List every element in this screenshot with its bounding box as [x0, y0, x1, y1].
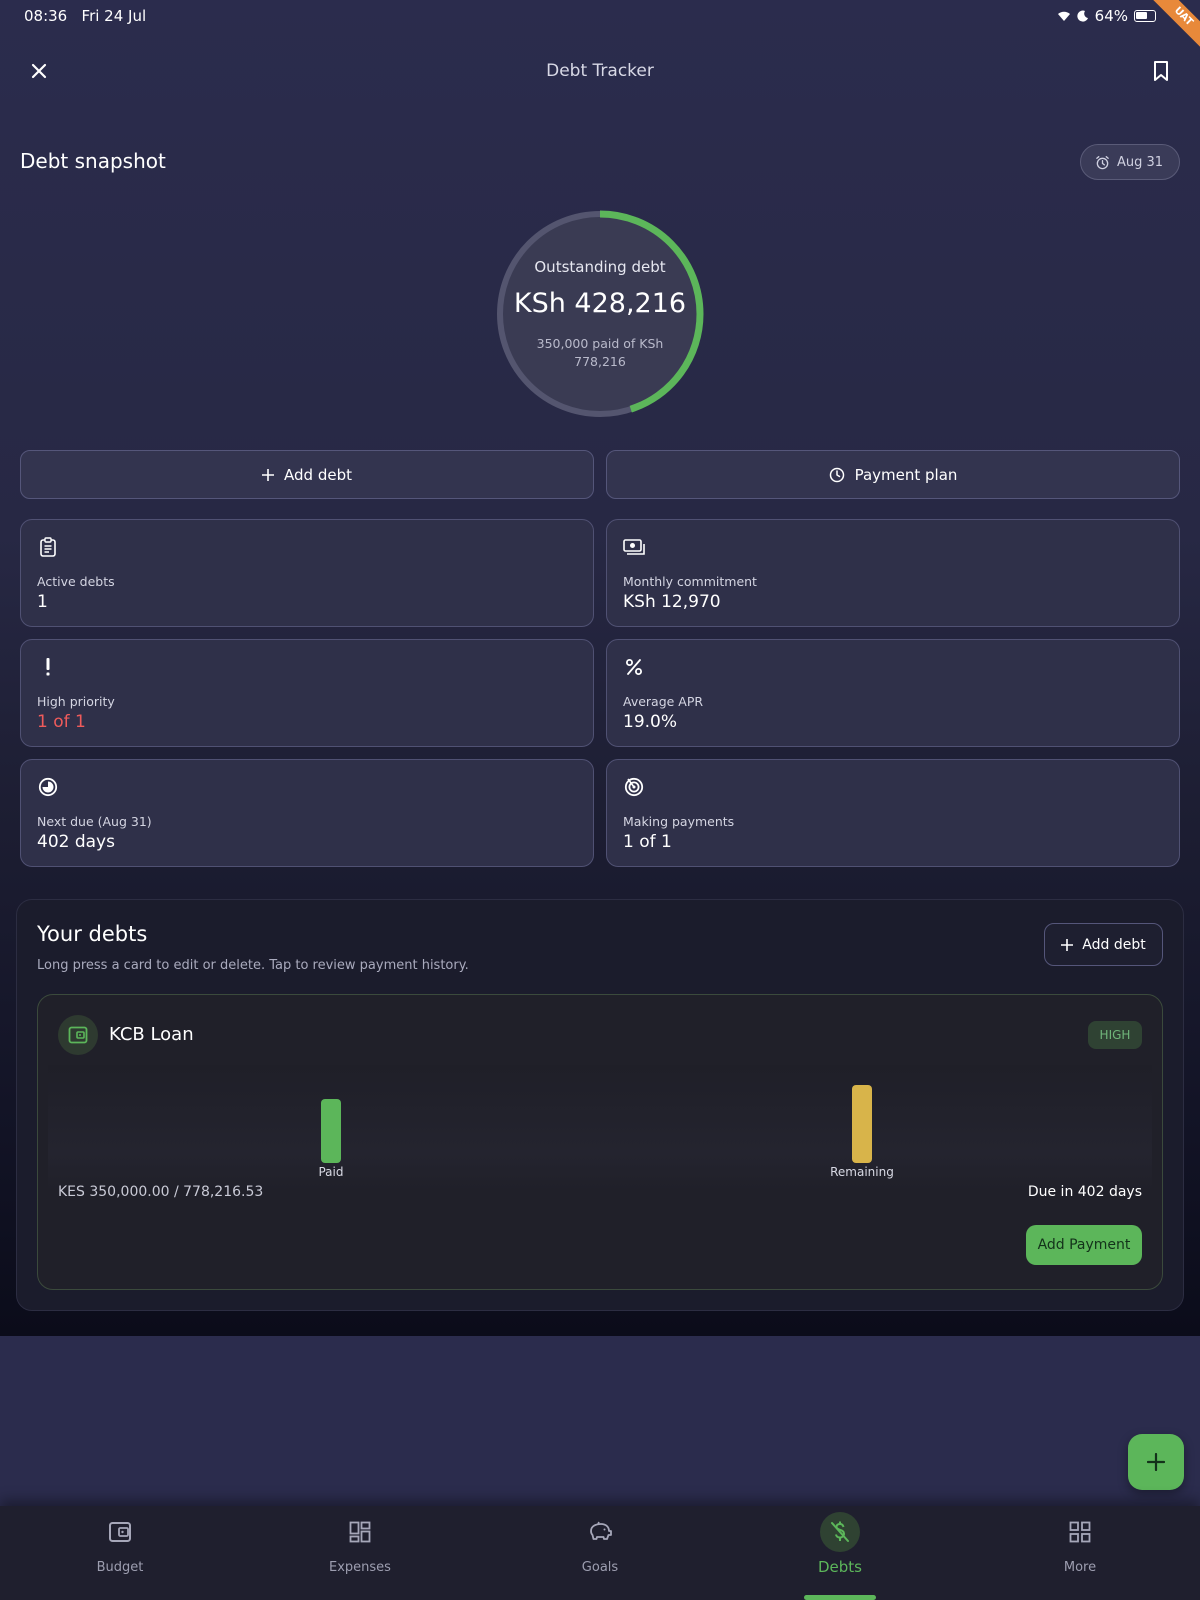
- stat-card-next-due[interactable]: Next due (Aug 31) 402 days: [20, 759, 594, 867]
- stat-label: Next due (Aug 31): [37, 814, 152, 829]
- bookmark-icon: [1154, 61, 1168, 81]
- stat-label: Monthly commitment: [623, 574, 757, 589]
- clipboard-icon: [37, 536, 59, 558]
- status-bar: 08:36 Fri 24 Jul 64% UAT: [0, 0, 1200, 56]
- stat-card-active-debts[interactable]: Active debts 1: [20, 519, 594, 627]
- debt-due: Due in 402 days: [1027, 1184, 1142, 1200]
- add-debt-button[interactable]: Add debt: [20, 450, 594, 499]
- bar-remaining: [852, 1085, 872, 1163]
- alarm-icon: [1096, 155, 1109, 169]
- bar-label-remaining: Remaining: [830, 1165, 894, 1179]
- your-debts-add-label: Add debt: [1082, 936, 1146, 953]
- payment-plan-label: Payment plan: [854, 465, 958, 484]
- dashboard-icon: [340, 1512, 380, 1552]
- stat-card-making-payments[interactable]: Making payments 1 of 1: [606, 759, 1180, 867]
- bookmark-button[interactable]: [1148, 58, 1174, 84]
- fab-add-button[interactable]: [1128, 1434, 1184, 1490]
- battery-icon: [1134, 10, 1156, 22]
- add-payment-button[interactable]: Add Payment: [1026, 1225, 1142, 1265]
- page-title: Debt Tracker: [546, 61, 654, 81]
- wallet-icon: [68, 1026, 88, 1044]
- plus-icon: [1061, 938, 1074, 951]
- timelapse-icon: [37, 776, 59, 798]
- stat-value: 1 of 1: [37, 712, 86, 732]
- outstanding-debt-gauge: Outstanding debt KSh 428,216 350,000 pai…: [494, 208, 706, 420]
- add-debt-label: Add debt: [284, 465, 352, 484]
- stat-label: Average APR: [623, 694, 704, 709]
- app-header: Debt Tracker: [0, 48, 1200, 96]
- stat-label: Active debts: [37, 574, 115, 589]
- home-indicator: [804, 1595, 876, 1600]
- nav-label: Debts: [818, 1558, 862, 1576]
- debt-amounts: KES 350,000.00 / 778,216.53: [58, 1184, 264, 1200]
- gauge-subtext: 350,000 paid of KSh 778,216: [536, 336, 664, 369]
- stat-value: 1: [37, 592, 48, 612]
- exclamation-icon: [37, 656, 59, 678]
- loan-avatar: [58, 1015, 98, 1055]
- gauge-amount: KSh 428,216: [513, 288, 687, 319]
- wifi-icon: [1057, 11, 1070, 21]
- piggy-bank-icon: [580, 1512, 620, 1552]
- debt-name: KCB Loan: [109, 1024, 194, 1045]
- target-icon: [623, 776, 645, 798]
- grid-icon: [1060, 1512, 1100, 1552]
- paid-remaining-chart: Paid Remaining: [48, 1065, 1152, 1191]
- nav-item-debts[interactable]: Debts: [720, 1506, 960, 1600]
- gauge-label: Outstanding debt: [534, 258, 666, 276]
- priority-badge: HIGH: [1088, 1021, 1142, 1049]
- cash-icon: [623, 536, 645, 558]
- bar-label-paid: Paid: [318, 1165, 344, 1179]
- bottom-nav: Budget Expenses Goals Debts More: [0, 1506, 1200, 1600]
- stat-card-high-priority[interactable]: High priority 1 of 1: [20, 639, 594, 747]
- nav-item-expenses[interactable]: Expenses: [240, 1506, 480, 1600]
- date-chip[interactable]: Aug 31: [1079, 144, 1180, 180]
- stat-value: 1 of 1: [623, 832, 672, 852]
- status-indicators: 64%: [1057, 7, 1156, 25]
- your-debts-panel: Your debts Long press a card to edit or …: [16, 899, 1184, 1311]
- wallet-icon: [100, 1512, 140, 1552]
- stat-card-average-apr[interactable]: Average APR 19.0%: [606, 639, 1180, 747]
- nav-item-goals[interactable]: Goals: [480, 1506, 720, 1600]
- plus-icon: [1147, 1453, 1165, 1471]
- moon-icon: [1077, 10, 1088, 22]
- status-time: 08:36 Fri 24 Jul: [24, 7, 147, 25]
- nav-item-more[interactable]: More: [960, 1506, 1200, 1600]
- clock-icon: [829, 467, 844, 482]
- payment-plan-button[interactable]: Payment plan: [606, 450, 1180, 499]
- lower-background: [0, 1336, 1200, 1506]
- battery-percent: 64%: [1094, 7, 1128, 25]
- bar-paid: [321, 1099, 341, 1163]
- stat-card-monthly-commitment[interactable]: Monthly commitment KSh 12,970: [606, 519, 1180, 627]
- nav-label: Goals: [581, 1560, 619, 1575]
- plus-icon: [262, 468, 275, 481]
- your-debts-hint: Long press a card to edit or delete. Tap…: [37, 958, 469, 973]
- stat-label: High priority: [37, 694, 115, 709]
- stat-label: Making payments: [623, 814, 735, 829]
- debt-card[interactable]: KCB Loan HIGH Paid Remaining KES 350,000.…: [37, 994, 1163, 1290]
- stat-value: KSh 12,970: [623, 592, 721, 612]
- snapshot-title: Debt snapshot: [20, 149, 166, 173]
- date-chip-label: Aug 31: [1116, 154, 1163, 170]
- nav-item-budget[interactable]: Budget: [0, 1506, 240, 1600]
- money-off-icon: [820, 1512, 860, 1552]
- stat-value: 402 days: [37, 832, 115, 852]
- your-debts-add-button[interactable]: Add debt: [1044, 923, 1163, 966]
- nav-label: Expenses: [329, 1560, 391, 1575]
- nav-label: Budget: [96, 1560, 144, 1575]
- stat-value: 19.0%: [623, 712, 678, 732]
- percent-icon: [623, 656, 645, 678]
- your-debts-title: Your debts: [37, 922, 148, 946]
- nav-label: More: [1063, 1560, 1097, 1575]
